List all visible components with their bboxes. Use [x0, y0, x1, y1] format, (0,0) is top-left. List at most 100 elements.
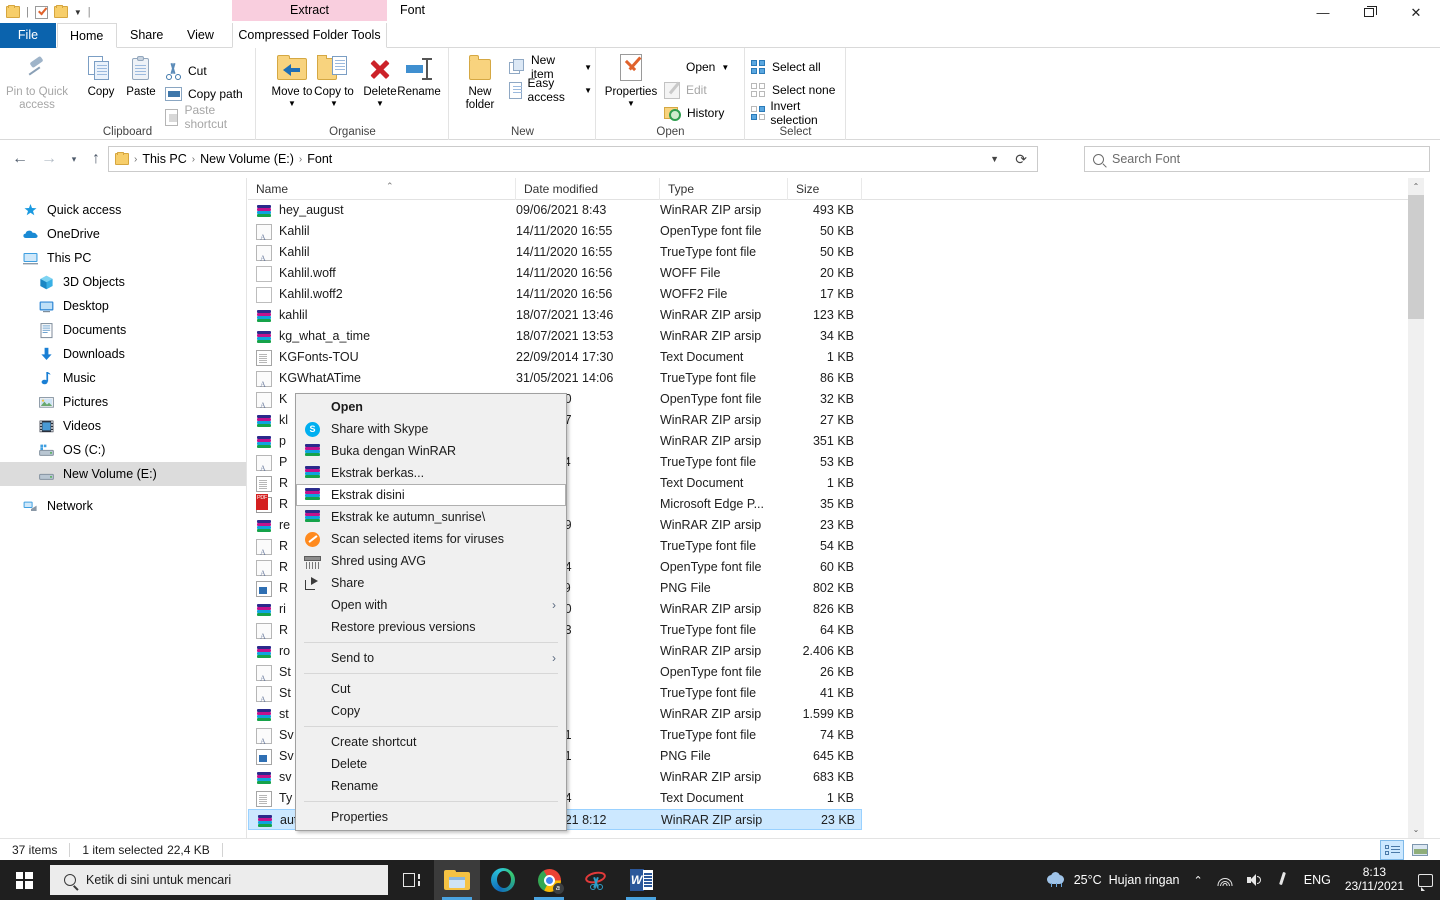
scroll-down-arrow[interactable]: ⌄ — [1408, 821, 1424, 838]
menu-item-create-shortcut[interactable]: Create shortcut — [296, 731, 566, 753]
menu-item-ekstrak-ke-autumn-sunrise[interactable]: Ekstrak ke autumn_sunrise\ — [296, 506, 566, 528]
sidebar-item-os-c[interactable]: OS (C:) — [0, 438, 246, 462]
taskbar-app-word[interactable]: W — [618, 860, 664, 900]
copy-path-button[interactable]: Copy path — [162, 83, 246, 105]
select-none-button[interactable]: Select none — [748, 79, 838, 101]
new-folder-icon[interactable] — [53, 5, 68, 18]
breadcrumb-new-volume-e[interactable]: New Volume (E:) — [196, 152, 298, 166]
table-row[interactable]: Kahlil.woff2 14/11/2020 16:56 WOFF2 File 17… — [248, 284, 862, 305]
properties-button[interactable]: Properties ▼ — [601, 52, 661, 108]
menu-item-copy[interactable]: Copy — [296, 700, 566, 722]
sidebar-item-desktop[interactable]: Desktop — [0, 294, 246, 318]
network-button[interactable] — [1210, 860, 1240, 900]
table-row[interactable]: kg_what_a_time 18/07/2021 13:53 WinRAR ZIP… — [248, 326, 862, 347]
menu-item-buka-dengan-winrar[interactable]: Buka dengan WinRAR — [296, 440, 566, 462]
address-bar[interactable]: › This PC › New Volume (E:) › Font ▼ ⟳ — [108, 146, 1038, 172]
volume-button[interactable] — [1240, 860, 1269, 900]
search-box[interactable]: Search Font — [1084, 146, 1430, 172]
invert-selection-button[interactable]: Invert selection — [748, 99, 845, 127]
menu-item-delete[interactable]: Delete — [296, 753, 566, 775]
open-button[interactable]: Open ▼ — [661, 56, 732, 78]
menu-item-shred-using-avg[interactable]: Shred using AVG — [296, 550, 566, 572]
pin-to-quick-access-button[interactable]: Pin to Quick access — [6, 52, 68, 112]
column-header-size[interactable]: Size — [788, 178, 862, 200]
maximize-button[interactable] — [1346, 0, 1392, 24]
address-dropdown-icon[interactable]: ▼ — [990, 154, 999, 164]
minimize-button[interactable]: — — [1300, 0, 1346, 24]
sidebar-item-onedrive[interactable]: OneDrive — [0, 222, 246, 246]
menu-item-cut[interactable]: Cut — [296, 678, 566, 700]
sidebar-item-3d-objects[interactable]: 3D Objects — [0, 270, 246, 294]
back-button[interactable]: ← — [8, 147, 32, 171]
task-view-button[interactable] — [388, 860, 434, 900]
cut-button[interactable]: Cut — [162, 60, 210, 82]
menu-item-properties[interactable]: Properties — [296, 806, 566, 828]
recent-locations-button[interactable]: ▾ — [62, 147, 86, 171]
breadcrumb-font[interactable]: Font — [303, 152, 336, 166]
chevron-down-icon[interactable]: ▼ — [74, 8, 82, 17]
properties-caret-icon[interactable]: ▼ — [601, 99, 661, 108]
taskbar-app-chrome[interactable]: a — [526, 860, 572, 900]
sidebar-item-videos[interactable]: Videos — [0, 414, 246, 438]
folder-icon[interactable] — [6, 5, 20, 18]
edit-button[interactable]: Edit — [661, 79, 710, 101]
menu-item-ekstrak-berkas[interactable]: Ekstrak berkas... — [296, 462, 566, 484]
taskbar-app-file-explorer[interactable] — [434, 860, 480, 900]
sidebar-item-new-volume-e[interactable]: New Volume (E:) — [0, 462, 246, 486]
details-view-button[interactable] — [1380, 840, 1404, 860]
weather-widget[interactable]: 25°C Hujan ringan — [1040, 860, 1187, 900]
close-button[interactable]: ✕ — [1392, 0, 1440, 24]
taskbar-app-snipping-tool[interactable] — [572, 860, 618, 900]
large-icons-view-button[interactable] — [1408, 840, 1432, 860]
menu-item-open[interactable]: Open — [296, 396, 566, 418]
table-row[interactable]: Kahlil 14/11/2020 16:55 OpenType font file… — [248, 221, 862, 242]
table-row[interactable]: hey_august 09/06/2021 8:43 WinRAR ZIP arsi… — [248, 200, 862, 221]
rename-button[interactable]: Rename — [391, 52, 447, 99]
language-button[interactable]: ENG — [1297, 860, 1338, 900]
tab-home[interactable]: Home — [57, 23, 117, 48]
properties-check-icon[interactable] — [34, 5, 48, 19]
new-folder-button[interactable]: New folder — [454, 52, 506, 112]
table-row[interactable]: KGFonts-TOU 22/09/2014 17:30 Text Document… — [248, 347, 862, 368]
sidebar-item-music[interactable]: Music — [0, 366, 246, 390]
menu-item-restore-previous-versions[interactable]: Restore previous versions — [296, 616, 566, 638]
menu-item-ekstrak-disini[interactable]: Ekstrak disini — [296, 484, 566, 506]
paste-shortcut-button[interactable]: Paste shortcut — [162, 103, 255, 131]
menu-item-share[interactable]: Share — [296, 572, 566, 594]
sidebar-item-network[interactable]: Network — [0, 494, 246, 518]
sidebar-item-documents[interactable]: Documents — [0, 318, 246, 342]
table-row[interactable]: Kahlil.woff 14/11/2020 16:56 WOFF File 20 K… — [248, 263, 862, 284]
menu-item-scan-selected-items-for-viruses[interactable]: Scan selected items for viruses — [296, 528, 566, 550]
menu-item-share-with-skype[interactable]: S Share with Skype — [296, 418, 566, 440]
scrollbar-thumb[interactable] — [1408, 195, 1424, 319]
tab-file[interactable]: File — [0, 23, 56, 48]
scroll-up-arrow[interactable]: ⌃ — [1408, 178, 1424, 195]
delete-caret-icon[interactable]: ▼ — [349, 99, 411, 108]
taskbar-search-box[interactable]: Ketik di sini untuk mencari — [50, 865, 388, 895]
table-row[interactable]: Kahlil 14/11/2020 16:55 TrueType font file… — [248, 242, 862, 263]
up-button[interactable]: ↑ — [84, 147, 108, 171]
sidebar-item-pictures[interactable]: Pictures — [0, 390, 246, 414]
select-all-button[interactable]: Select all — [748, 56, 824, 78]
tab-share[interactable]: Share — [118, 23, 174, 48]
table-row[interactable]: KGWhatATime 31/05/2021 14:06 TrueType font… — [248, 368, 862, 389]
action-center-button[interactable] — [1411, 860, 1440, 900]
sidebar-item-quick-access[interactable]: Quick access — [0, 198, 246, 222]
column-header-type[interactable]: Type — [660, 178, 788, 200]
vertical-scrollbar[interactable]: ⌃ ⌄ — [1408, 178, 1424, 838]
breadcrumb-this-pc[interactable]: This PC — [138, 152, 190, 166]
windows-ink-button[interactable] — [1269, 860, 1297, 900]
column-header-date-modified[interactable]: Date modified — [516, 178, 660, 200]
menu-item-send-to[interactable]: Send to › — [296, 647, 566, 669]
show-hidden-icons-button[interactable]: ⌃ — [1187, 860, 1210, 900]
table-row[interactable]: kahlil 18/07/2021 13:46 WinRAR ZIP arsip 12… — [248, 305, 862, 326]
sidebar-item-downloads[interactable]: Downloads — [0, 342, 246, 366]
easy-access-button[interactable]: Easy access ▼ — [506, 76, 595, 104]
clock[interactable]: 8:13 23/11/2021 — [1338, 860, 1411, 900]
tab-compressed-folder-tools[interactable]: Compressed Folder Tools — [232, 23, 387, 48]
menu-item-rename[interactable]: Rename — [296, 775, 566, 797]
history-button[interactable]: History — [661, 102, 727, 124]
new-item-button[interactable]: New item ▼ — [506, 53, 595, 81]
sidebar-item-this-pc[interactable]: This PC — [0, 246, 246, 270]
menu-item-open-with[interactable]: Open with › — [296, 594, 566, 616]
